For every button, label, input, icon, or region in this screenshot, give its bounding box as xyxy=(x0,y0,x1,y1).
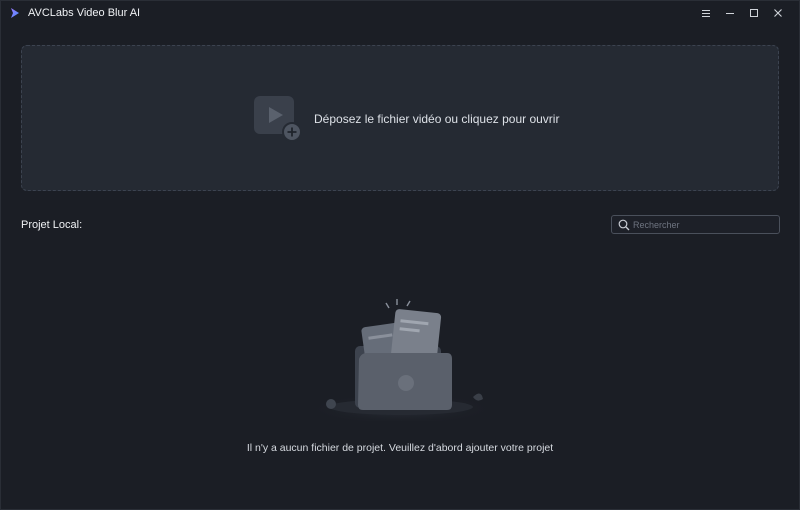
window-controls xyxy=(699,5,785,21)
video-dropzone[interactable]: Déposez le fichier vidéo ou cliquez pour… xyxy=(21,45,779,191)
menu-icon[interactable] xyxy=(699,6,713,20)
search-icon xyxy=(618,219,630,231)
empty-state-message: Il n'y a aucun fichier de projet. Veuill… xyxy=(246,442,554,454)
maximize-icon[interactable] xyxy=(747,6,761,20)
app-window: AVCLabs Video Blur AI Déposez le fichier… xyxy=(0,0,800,510)
app-title: AVCLabs Video Blur AI xyxy=(28,7,141,19)
local-projects-title: Projet Local: xyxy=(21,219,83,231)
title-bar[interactable]: AVCLabs Video Blur AI xyxy=(1,1,799,25)
search-box[interactable] xyxy=(611,215,780,234)
add-video-icon xyxy=(254,96,302,142)
avclabs-logo-icon xyxy=(11,8,19,18)
dropzone-label: Déposez le fichier vidéo ou cliquez pour… xyxy=(314,112,560,126)
empty-folder-illustration xyxy=(306,299,496,421)
close-icon[interactable] xyxy=(771,6,785,20)
search-input[interactable] xyxy=(633,217,773,232)
minimize-icon[interactable] xyxy=(723,6,737,20)
